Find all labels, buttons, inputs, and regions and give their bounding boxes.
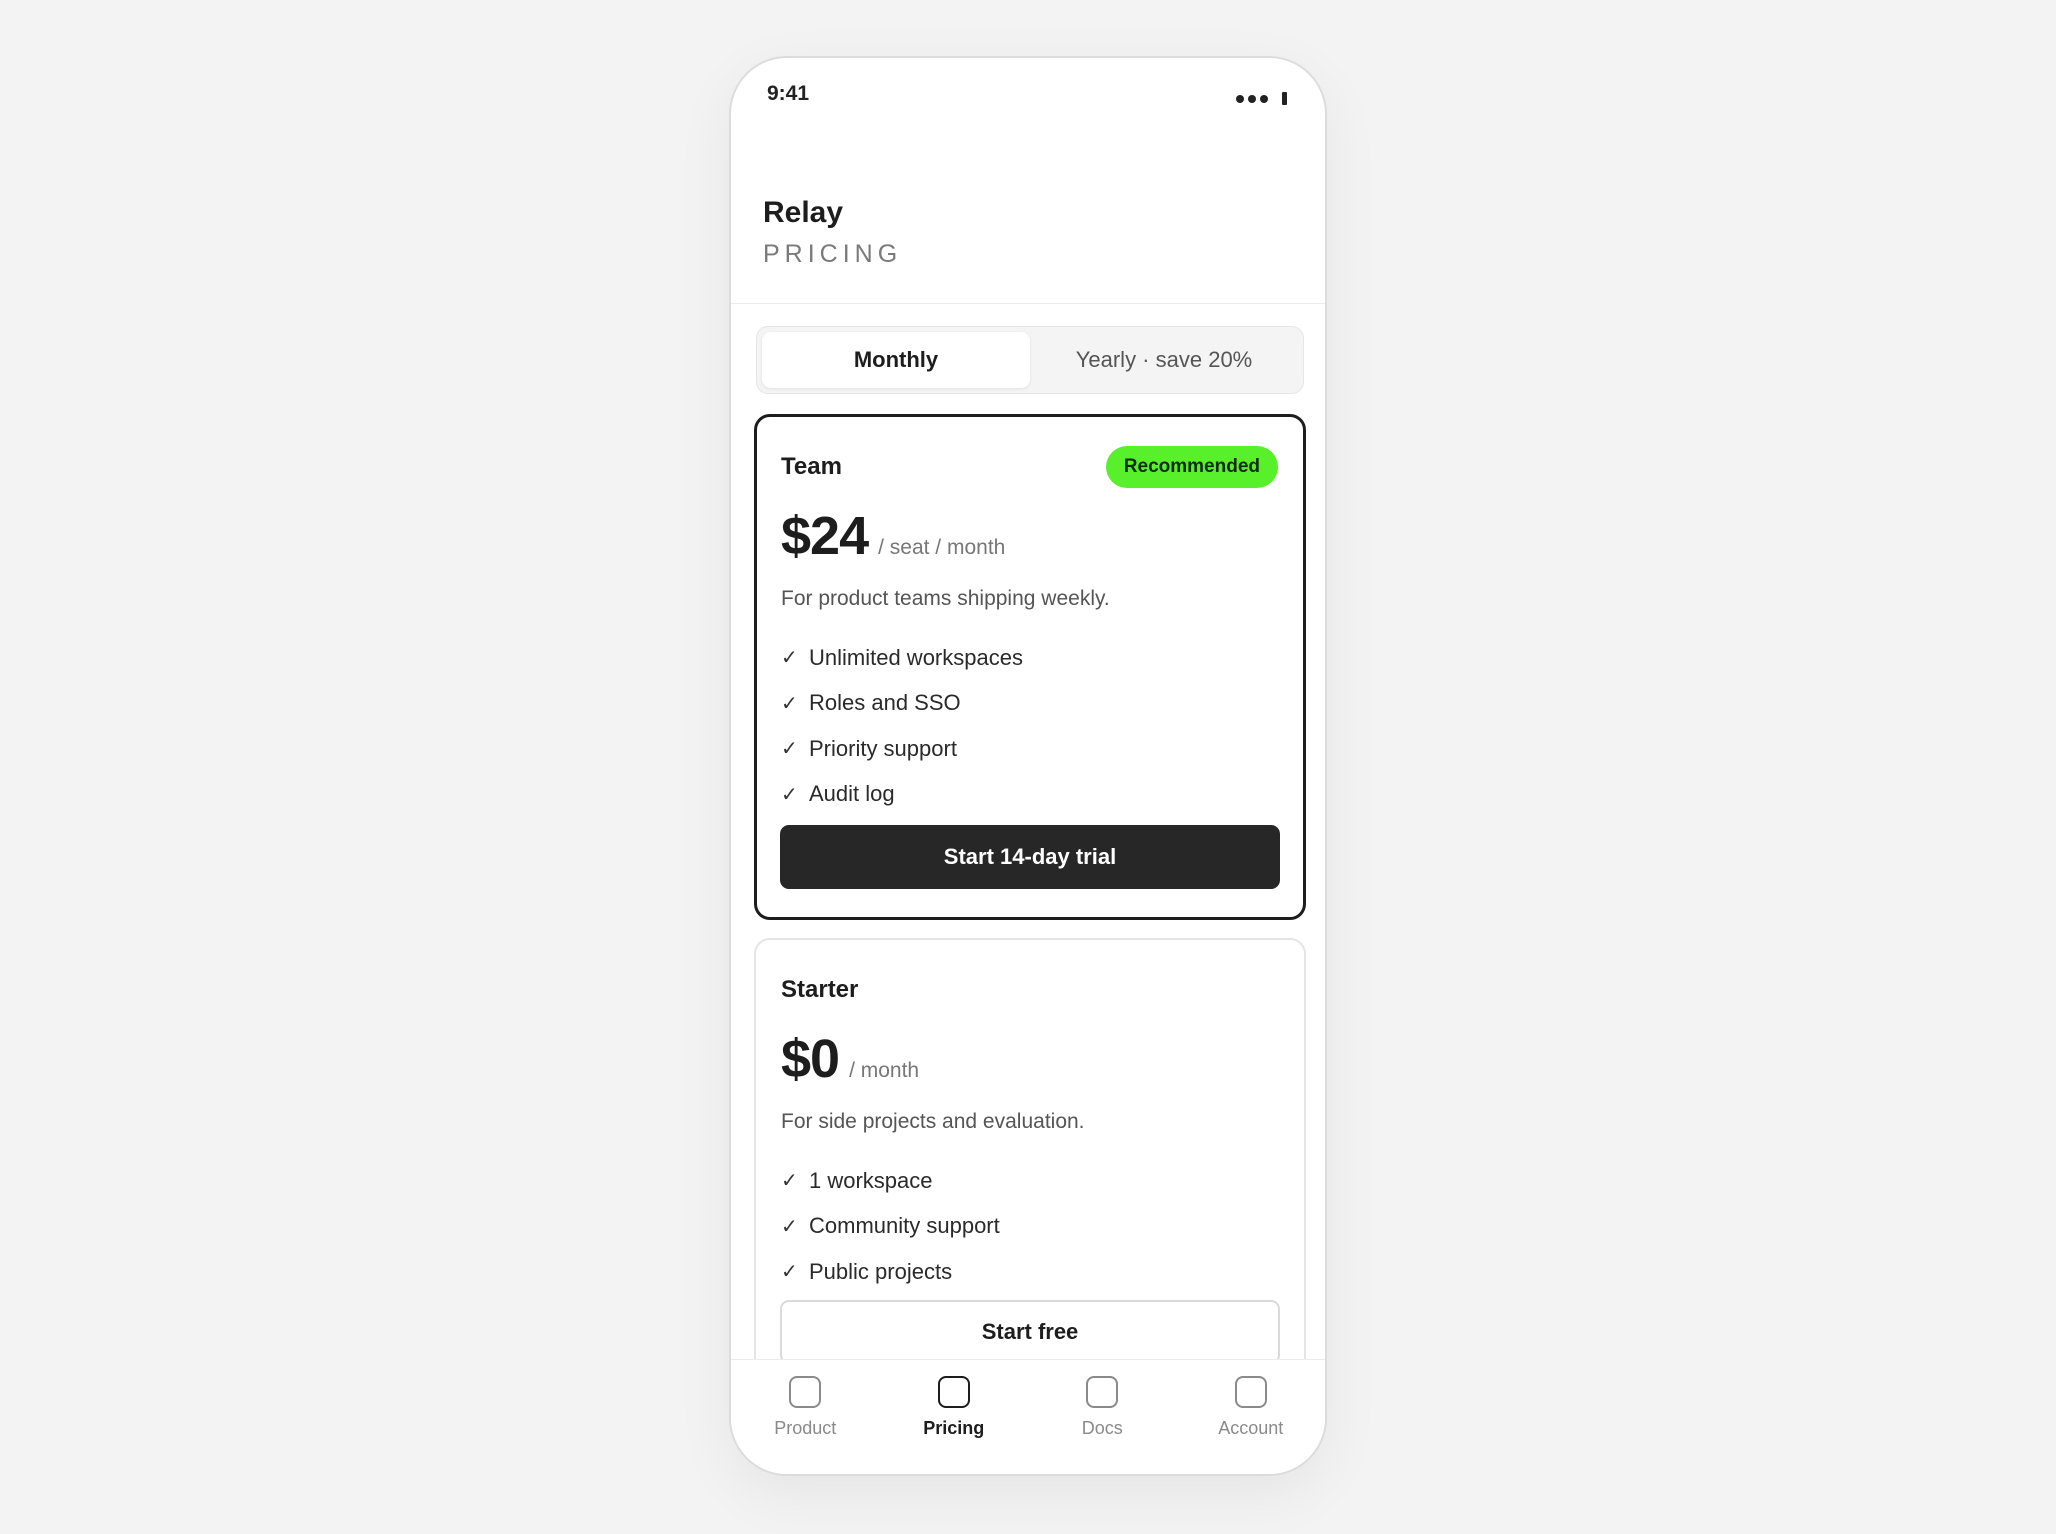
signal-dot-icon xyxy=(1236,94,1244,103)
price-row: $24 / seat / month xyxy=(781,505,1278,567)
tab-pricing[interactable]: Pricing xyxy=(880,1360,1029,1474)
pricing-icon xyxy=(937,1376,970,1408)
plan-price: $0 xyxy=(781,1029,840,1089)
tab-docs[interactable]: Docs xyxy=(1028,1360,1177,1474)
feature-item: ✓ 1 workspace xyxy=(781,1158,1279,1204)
price-unit: / month xyxy=(849,1059,920,1082)
tab-product[interactable]: Product xyxy=(731,1360,880,1474)
check-icon: ✓ xyxy=(781,738,798,761)
check-icon: ✓ xyxy=(781,783,798,806)
feature-item: ✓ Roles and SSO xyxy=(781,681,1278,727)
plan-description: For product teams shipping weekly. xyxy=(781,587,1110,610)
signal-dot-icon xyxy=(1248,94,1256,103)
check-icon: ✓ xyxy=(781,692,798,715)
tab-label: Pricing xyxy=(923,1418,985,1438)
plan-card-team: Team Recommended $24 / seat / month For … xyxy=(754,414,1306,920)
feature-label: 1 workspace xyxy=(809,1167,933,1193)
feature-label: Audit log xyxy=(809,781,895,807)
check-icon: ✓ xyxy=(781,1170,798,1193)
page-header: Relay PRICING xyxy=(763,196,902,269)
tab-account[interactable]: Account xyxy=(1177,1360,1326,1474)
product-icon xyxy=(789,1376,822,1408)
status-time: 9:41 xyxy=(767,82,810,105)
tab-label: Product xyxy=(774,1418,837,1438)
price-unit: / seat / month xyxy=(878,536,1006,559)
check-icon: ✓ xyxy=(781,1215,798,1238)
docs-icon xyxy=(1086,1376,1119,1408)
feature-item: ✓ Audit log xyxy=(781,772,1278,818)
feature-item: ✓ Community support xyxy=(781,1204,1279,1250)
tab-label: Docs xyxy=(1081,1418,1123,1438)
start-trial-button[interactable]: Start 14-day trial xyxy=(780,825,1280,889)
account-icon xyxy=(1234,1376,1267,1408)
check-icon: ✓ xyxy=(781,647,798,670)
feature-label: Public projects xyxy=(809,1258,953,1284)
plan-price: $24 xyxy=(781,506,869,566)
status-bar: 9:41 xyxy=(731,58,1325,138)
tab-label: Account xyxy=(1218,1418,1284,1438)
feature-item: ✓ Public projects xyxy=(781,1249,1279,1295)
plan-description: For side projects and evaluation. xyxy=(781,1110,1085,1133)
price-row: $0 / month xyxy=(781,1028,1279,1090)
app-title: Relay xyxy=(763,196,844,229)
check-icon: ✓ xyxy=(781,1261,798,1284)
feature-list: ✓ 1 workspace ✓ Community support ✓ Publ… xyxy=(781,1158,1279,1295)
feature-item: ✓ Unlimited workspaces xyxy=(781,635,1278,681)
phone-frame: 9:41 Relay PRICING Monthly Yearly · save… xyxy=(729,56,1327,1476)
battery-icon xyxy=(1282,92,1287,105)
feature-list: ✓ Unlimited workspaces ✓ Roles and SSO ✓… xyxy=(781,635,1278,817)
feature-item: ✓ Priority support xyxy=(781,726,1278,772)
billing-option-monthly[interactable]: Monthly xyxy=(762,332,1030,388)
status-icons xyxy=(1236,92,1287,105)
page-title: PRICING xyxy=(763,240,903,268)
signal-dot-icon xyxy=(1260,94,1268,103)
plan-name: Team xyxy=(781,453,842,480)
feature-label: Priority support xyxy=(809,735,957,761)
feature-label: Unlimited workspaces xyxy=(809,644,1023,670)
tab-bar: Product Pricing Docs Account xyxy=(731,1359,1325,1474)
billing-toggle: Monthly Yearly · save 20% xyxy=(756,326,1304,394)
plan-card-starter: Starter $0 / month For side projects and… xyxy=(754,938,1306,1392)
recommended-badge: Recommended xyxy=(1105,446,1278,488)
billing-option-yearly[interactable]: Yearly · save 20% xyxy=(1030,332,1298,388)
plan-name: Starter xyxy=(781,976,859,1003)
header-divider xyxy=(731,303,1325,304)
feature-label: Community support xyxy=(809,1213,1000,1239)
start-free-button[interactable]: Start free xyxy=(780,1300,1280,1364)
feature-label: Roles and SSO xyxy=(809,690,961,716)
